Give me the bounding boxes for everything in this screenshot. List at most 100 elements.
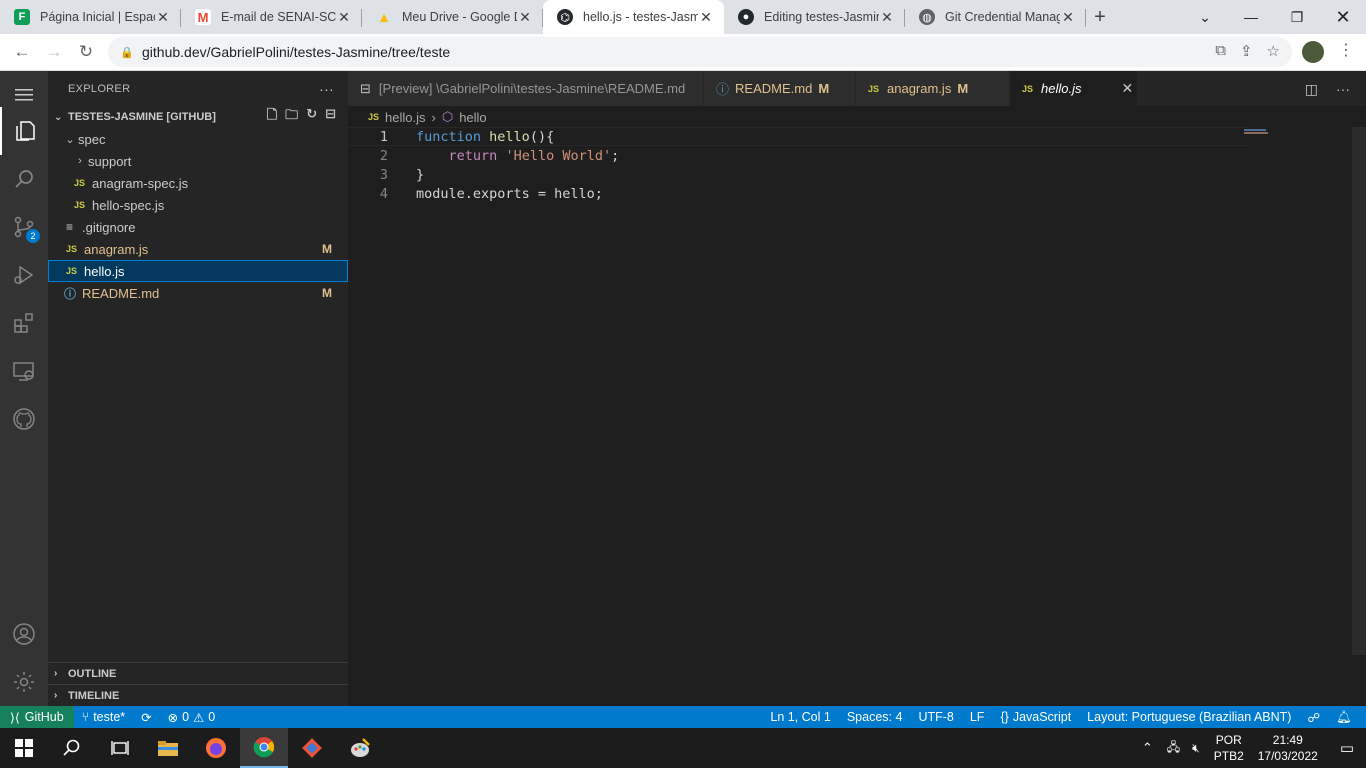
feedback-icon[interactable]: ☍: [1299, 710, 1328, 725]
action-center-icon[interactable]: ▭: [1340, 739, 1354, 757]
collapse-all-icon[interactable]: ⊟: [325, 106, 336, 128]
browser-tab-1[interactable]: F Página Inicial | Espaço ✕: [0, 0, 181, 34]
browser-tab-6[interactable]: ◍ Git Credential Manag ✕: [905, 0, 1086, 34]
close-tab-icon[interactable]: ✕: [336, 9, 352, 26]
windows-start-icon[interactable]: [0, 728, 48, 768]
breadcrumb-file[interactable]: hello.js: [385, 110, 425, 125]
code-editor[interactable]: 1 function hello(){ 2 return 'Hello Worl…: [348, 127, 1248, 203]
url-text[interactable]: github.dev/GabrielPolini/testes-Jasmine/…: [142, 44, 450, 60]
share-icon[interactable]: ⇪: [1240, 42, 1253, 60]
vertical-scrollbar[interactable]: [1352, 127, 1366, 655]
browser-tab-2[interactable]: M E-mail de SENAI-SC Se ✕: [181, 0, 362, 34]
timeline-section-header[interactable]: › TIMELINE: [48, 684, 348, 706]
restore-icon[interactable]: ❐: [1274, 0, 1320, 34]
file-explorer-icon[interactable]: [144, 728, 192, 768]
remote-icon: ⟩⟨: [10, 710, 20, 725]
clock[interactable]: 21:49 17/03/2022: [1258, 732, 1318, 764]
tree-item-anagram-spec[interactable]: JS anagram-spec.js: [48, 172, 348, 194]
volume-muted-icon[interactable]: 🔇︎: [1192, 741, 1200, 756]
search-icon[interactable]: [0, 155, 48, 203]
editor-tab-readme-preview[interactable]: ⊟ [Preview] \GabrielPolini\testes-Jasmin…: [348, 71, 704, 106]
reload-icon[interactable]: ↻: [70, 36, 102, 68]
git-gui-icon[interactable]: [288, 728, 336, 768]
forward-icon[interactable]: →: [38, 36, 70, 68]
remote-indicator[interactable]: ⟩⟨ GitHub: [0, 706, 74, 728]
workspace-section-header[interactable]: ⌄ TESTES-JASMINE [GITHUB] 🗋 🗀 ↻ ⊟: [48, 106, 348, 128]
tab-search-icon[interactable]: ⌄: [1182, 0, 1228, 34]
browser-tab-4[interactable]: ⌬ hello.js - testes-Jasmir ✕: [543, 0, 724, 34]
git-branch-icon: ⑂: [81, 710, 90, 724]
close-tab-icon[interactable]: ✕: [155, 9, 171, 26]
outline-section-header[interactable]: › OUTLINE: [48, 662, 348, 684]
close-tab-icon[interactable]: ✕: [698, 9, 714, 26]
tree-item-spec[interactable]: ⌄ spec: [48, 128, 348, 150]
tree-item-hello[interactable]: JS hello.js: [48, 260, 348, 282]
task-view-icon[interactable]: [96, 728, 144, 768]
bookmark-star-icon[interactable]: ☆: [1267, 42, 1280, 60]
indentation[interactable]: Spaces: 4: [839, 710, 911, 724]
extensions-icon[interactable]: [0, 299, 48, 347]
more-actions-icon[interactable]: ···: [319, 81, 334, 97]
settings-gear-icon[interactable]: [0, 658, 48, 706]
network-icon[interactable]: 🖧︎: [1167, 738, 1180, 759]
outline-title: OUTLINE: [68, 667, 117, 680]
address-bar[interactable]: 🔒 github.dev/GabrielPolini/testes-Jasmin…: [108, 37, 1292, 67]
tree-item-support[interactable]: › support: [48, 150, 348, 172]
editor-tab-readme[interactable]: ⓘ README.md M: [704, 71, 856, 106]
lock-icon[interactable]: 🔒: [120, 46, 134, 59]
translate-icon[interactable]: ⧉: [1215, 42, 1226, 60]
language-mode[interactable]: {} JavaScript: [992, 710, 1079, 724]
minimap[interactable]: [1244, 129, 1270, 135]
breadcrumb-symbol[interactable]: hello: [459, 110, 486, 125]
new-file-icon[interactable]: 🗋: [267, 106, 277, 128]
editor-tab-hello[interactable]: JS hello.js ✕: [1010, 71, 1138, 106]
back-icon[interactable]: ←: [6, 36, 38, 68]
input-language[interactable]: POR PTB2: [1214, 732, 1244, 764]
chrome-menu-icon[interactable]: ⋮: [1338, 40, 1354, 60]
sync-button[interactable]: ⟳: [133, 710, 159, 725]
code-line[interactable]: 4 module.exports = hello;: [348, 184, 1248, 203]
new-tab-button[interactable]: +: [1086, 0, 1114, 34]
split-editor-icon[interactable]: ◫: [1305, 81, 1318, 98]
browser-tab-3[interactable]: ▲ Meu Drive - Google D ✕: [362, 0, 543, 34]
end-of-line[interactable]: LF: [962, 710, 993, 724]
more-actions-icon[interactable]: ···: [1336, 81, 1350, 98]
refresh-icon[interactable]: ↻: [306, 106, 317, 128]
symbol-function-icon: ⬡: [441, 109, 454, 124]
search-icon[interactable]: [48, 728, 96, 768]
close-tab-icon[interactable]: ✕: [517, 9, 533, 26]
keyboard-layout[interactable]: Layout: Portuguese (Brazilian ABNT): [1079, 710, 1299, 724]
code-line[interactable]: 2 return 'Hello World';: [348, 146, 1248, 165]
new-folder-icon[interactable]: 🗀: [285, 106, 298, 128]
browser-tab-5[interactable]: ● Editing testes-Jasmine ✕: [724, 0, 905, 34]
accounts-icon[interactable]: [0, 610, 48, 658]
tree-item-hello-spec[interactable]: JS hello-spec.js: [48, 194, 348, 216]
notifications-bell-icon[interactable]: 🔔︎: [1328, 710, 1360, 725]
branch-indicator[interactable]: ⑂ teste*: [74, 710, 133, 724]
explorer-icon[interactable]: [0, 107, 48, 155]
cursor-position[interactable]: Ln 1, Col 1: [762, 710, 838, 724]
firefox-icon[interactable]: [192, 728, 240, 768]
chrome-icon[interactable]: [240, 728, 288, 768]
close-tab-icon[interactable]: ✕: [1121, 80, 1133, 97]
close-window-icon[interactable]: ✕: [1320, 0, 1366, 34]
minimize-icon[interactable]: —: [1228, 0, 1274, 34]
tree-item-gitignore[interactable]: ≡ .gitignore: [48, 216, 348, 238]
warning-icon: ⚠: [193, 710, 205, 725]
github-icon[interactable]: [0, 395, 48, 443]
encoding[interactable]: UTF-8: [910, 710, 961, 724]
run-debug-icon[interactable]: [0, 251, 48, 299]
code-line[interactable]: 1 function hello(){: [348, 127, 1248, 146]
profile-avatar[interactable]: [1302, 41, 1324, 63]
source-control-icon[interactable]: 2: [0, 203, 48, 251]
remote-explorer-icon[interactable]: [0, 347, 48, 395]
problems-indicator[interactable]: ⊗ 0 ⚠ 0: [160, 710, 224, 725]
paint-icon[interactable]: [336, 728, 384, 768]
tree-item-readme[interactable]: ⓘ README.md M: [48, 282, 348, 304]
close-tab-icon[interactable]: ✕: [879, 9, 895, 26]
close-tab-icon[interactable]: ✕: [1060, 9, 1076, 26]
tree-item-anagram[interactable]: JS anagram.js M: [48, 238, 348, 260]
code-line[interactable]: 3 }: [348, 165, 1248, 184]
chevron-up-icon[interactable]: ⌃: [1142, 740, 1153, 756]
editor-tab-anagram[interactable]: JS anagram.js M: [856, 71, 1010, 106]
